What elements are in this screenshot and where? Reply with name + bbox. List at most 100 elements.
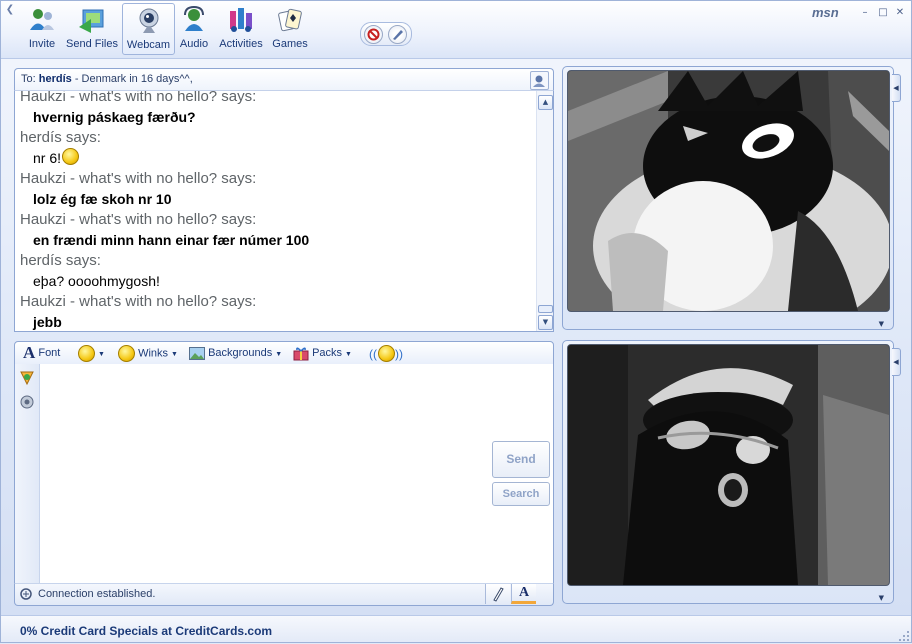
my-webcam-image bbox=[568, 345, 889, 585]
status-bar: Connection established. A bbox=[14, 583, 554, 606]
history-scrollbar[interactable]: ▲ ▼ bbox=[536, 91, 553, 331]
font-icon: A bbox=[23, 343, 36, 363]
packs-icon bbox=[293, 347, 309, 361]
contact-name[interactable]: herdís bbox=[39, 73, 72, 85]
nudge-icon: (( bbox=[369, 346, 377, 361]
backgrounds-label: Backgrounds bbox=[208, 347, 273, 359]
contact-webcam-video[interactable] bbox=[567, 70, 890, 312]
contact-status: - Denmark in 16 days^^, bbox=[74, 73, 193, 85]
nudge-face-icon bbox=[378, 345, 395, 362]
minimize-button[interactable]: – bbox=[858, 6, 872, 19]
nudge-button[interactable]: (()) bbox=[369, 345, 403, 362]
send-files-label: Send Files bbox=[66, 38, 118, 50]
message-text: nr 6! bbox=[20, 148, 533, 169]
webcam-label: Webcam bbox=[126, 39, 171, 51]
type-icon[interactable] bbox=[19, 394, 35, 410]
message-text-content: eþa? oooohmygosh! bbox=[33, 273, 160, 289]
webcam-button[interactable]: Webcam bbox=[122, 3, 175, 55]
my-webcam-options-icon[interactable]: ▼ bbox=[879, 594, 884, 602]
message-text: en frændi minn hann einar fær númer 100 bbox=[20, 230, 533, 251]
games-button[interactable]: Games bbox=[269, 3, 311, 53]
emoticons-button[interactable]: ▼ bbox=[77, 345, 105, 362]
send-files-icon bbox=[79, 9, 104, 33]
to-bar: To: herdís - Denmark in 16 days^^, bbox=[14, 68, 554, 91]
message-text: jebb bbox=[20, 312, 533, 331]
message-text: lolz ég fæ skoh nr 10 bbox=[20, 189, 533, 210]
games-label: Games bbox=[272, 38, 308, 50]
conversation-window: ❮ Invite Send Files Webcam Audio Activit… bbox=[0, 0, 912, 644]
scroll-thumb[interactable] bbox=[538, 305, 553, 313]
nudge-waves-icon: )) bbox=[395, 346, 403, 361]
games-icon bbox=[278, 8, 302, 32]
smiley-icon bbox=[78, 345, 95, 362]
message-sender: Haukzi - what's with no hello? says: bbox=[20, 293, 257, 310]
message-list: Haukzi - what's with no hello? says: hver… bbox=[20, 90, 533, 331]
expand-bottom-tab[interactable]: ◀ bbox=[892, 348, 901, 376]
status-text: Connection established. bbox=[38, 588, 156, 600]
backgrounds-dropdown-icon: ▼ bbox=[275, 351, 283, 358]
advertisement-bar: 0% Credit Card Specials at CreditCards.c… bbox=[0, 615, 912, 644]
message-text: eþa? oooohmygosh! bbox=[20, 271, 533, 292]
message-text-content: hvernig páskaeg færðu? bbox=[33, 109, 196, 125]
webcam-icon bbox=[139, 8, 158, 33]
contact-webcam-panel: ▼ bbox=[562, 66, 894, 330]
send-button[interactable]: Send bbox=[492, 441, 550, 478]
resize-grip-icon[interactable] bbox=[898, 630, 910, 642]
my-webcam-panel: ▼ bbox=[562, 340, 894, 604]
font-label: Font bbox=[38, 347, 61, 359]
message-text-content: nr 6! bbox=[33, 150, 62, 166]
message-text: hvernig páskaeg færðu? bbox=[20, 107, 533, 128]
message-sender: herdís says: bbox=[20, 129, 101, 146]
winks-dropdown-icon: ▼ bbox=[171, 351, 178, 359]
backgrounds-icon bbox=[189, 346, 205, 360]
conversation-history[interactable]: Haukzi - what's with no hello? says: hver… bbox=[14, 90, 554, 332]
contact-webcam-options-icon[interactable]: ▼ bbox=[879, 320, 884, 328]
emoticons-dropdown-icon: ▼ bbox=[98, 351, 105, 359]
winks-button[interactable]: Winks ▼ bbox=[117, 345, 178, 362]
contact-card-icon[interactable] bbox=[530, 71, 549, 90]
advertisement-link[interactable]: 0% Credit Card Specials at CreditCards.c… bbox=[20, 624, 272, 638]
block-icon[interactable] bbox=[364, 25, 383, 44]
text-tab[interactable]: A bbox=[511, 584, 536, 604]
message-input[interactable] bbox=[40, 364, 553, 583]
my-webcam-video[interactable] bbox=[567, 344, 890, 586]
audio-button[interactable]: Audio bbox=[175, 3, 213, 53]
winks-label: Winks bbox=[138, 347, 169, 360]
block-controls bbox=[360, 22, 412, 46]
font-button[interactable]: A Font bbox=[23, 343, 61, 363]
invite-label: Invite bbox=[28, 38, 56, 50]
toolbar: ❮ Invite Send Files Webcam Audio Activit… bbox=[0, 0, 912, 59]
maximize-button[interactable]: □ bbox=[876, 6, 890, 19]
compose-area: Send Search bbox=[14, 364, 554, 584]
smile-icon bbox=[62, 148, 80, 165]
connection-icon bbox=[20, 588, 32, 600]
text-format-icon: A bbox=[518, 585, 530, 600]
expand-top-tab[interactable]: ◀ bbox=[892, 74, 901, 102]
activities-button[interactable]: Activities bbox=[215, 3, 267, 53]
message-sender: Haukzi - what's with no hello? says: bbox=[20, 211, 257, 228]
search-button[interactable]: Search bbox=[492, 482, 550, 506]
to-prefix: To: bbox=[21, 73, 36, 85]
backgrounds-button[interactable]: Backgrounds ▼ bbox=[189, 345, 282, 361]
to-line: To: herdís - Denmark in 16 days^^, bbox=[21, 73, 193, 85]
activities-icon bbox=[230, 8, 252, 32]
window-menu-icon[interactable]: ❮ bbox=[3, 3, 17, 17]
message-text-content: en frændi minn hann einar fær númer 100 bbox=[33, 232, 310, 248]
send-files-button[interactable]: Send Files bbox=[64, 3, 120, 53]
message-text-content: jebb bbox=[33, 314, 62, 330]
packs-dropdown-icon: ▼ bbox=[345, 351, 352, 358]
close-button[interactable]: ✕ bbox=[893, 6, 907, 19]
message-sender: Haukzi - what's with no hello? says: bbox=[20, 90, 257, 105]
compose-side-strip bbox=[15, 364, 40, 583]
invite-button[interactable]: Invite bbox=[22, 3, 62, 53]
handwriting-icon[interactable] bbox=[19, 370, 35, 386]
scroll-up-icon[interactable]: ▲ bbox=[538, 95, 553, 110]
activities-label: Activities bbox=[219, 38, 263, 50]
msn-logo: msn bbox=[812, 5, 839, 20]
handwriting-tab[interactable] bbox=[485, 584, 510, 604]
packs-button[interactable]: Packs ▼ bbox=[293, 345, 352, 361]
audio-label: Audio bbox=[179, 38, 209, 50]
scroll-down-icon[interactable]: ▼ bbox=[538, 315, 553, 330]
paint-icon[interactable] bbox=[388, 25, 407, 44]
audio-icon bbox=[184, 5, 204, 31]
